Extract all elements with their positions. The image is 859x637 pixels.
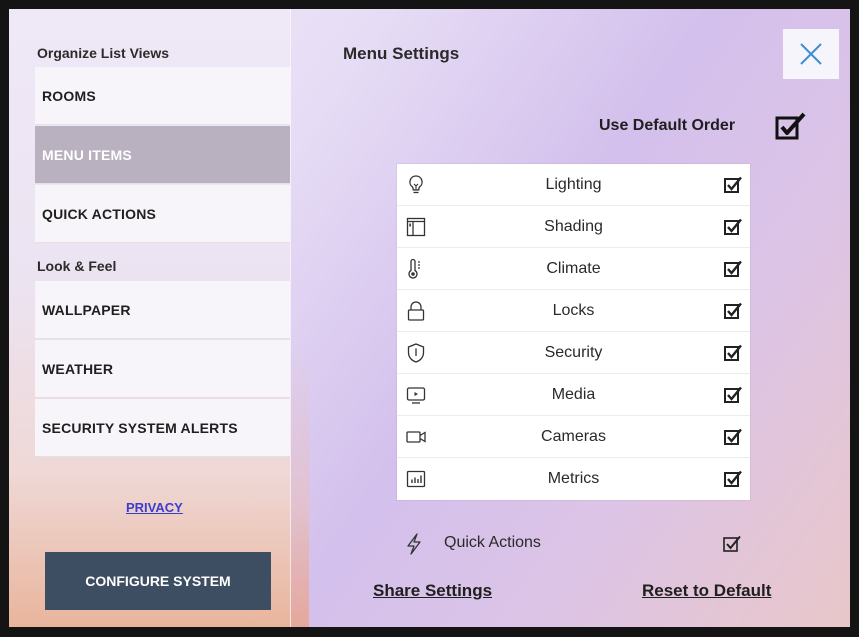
menu-row-media: Media bbox=[397, 374, 750, 416]
sidebar-item-rooms[interactable]: ROOMS bbox=[35, 67, 290, 125]
menu-row-lighting: Lighting bbox=[397, 164, 750, 206]
configure-system-button[interactable]: CONFIGURE SYSTEM bbox=[45, 552, 271, 610]
checkbox-checked-icon bbox=[775, 112, 806, 140]
menu-row-label: Cameras bbox=[541, 427, 606, 445]
use-default-order-label: Use Default Order bbox=[599, 117, 736, 134]
menu-row-metrics: Metrics bbox=[397, 458, 750, 500]
menu-row-label: Shading bbox=[544, 217, 603, 235]
use-default-order-checkbox[interactable] bbox=[775, 111, 807, 141]
sidebar-item-label: QUICK ACTIONS bbox=[42, 205, 157, 222]
menu-row-label: Climate bbox=[546, 259, 601, 277]
menu-row-label: Metrics bbox=[547, 470, 600, 487]
menu-row-locks: Locks bbox=[397, 290, 750, 332]
sidebar-item-label: SECURITY SYSTEM ALERTS bbox=[42, 419, 238, 436]
checkbox-checked-icon[interactable] bbox=[723, 535, 741, 553]
settings-window: Organize List Views ROOMS MENU ITEMS QUI… bbox=[9, 9, 850, 627]
sidebar-item-label: ROOMS bbox=[42, 87, 96, 104]
checkbox-checked-icon[interactable] bbox=[724, 260, 742, 278]
quick-actions-row: Quick Actions bbox=[397, 529, 750, 559]
menu-row-label: Media bbox=[551, 385, 596, 403]
lightning-icon bbox=[407, 533, 421, 555]
checkbox-checked-icon[interactable] bbox=[724, 344, 742, 362]
sidebar-item-label: WEATHER bbox=[42, 360, 114, 377]
menu-row-label: Lighting bbox=[545, 175, 602, 193]
look-and-feel-heading: Look & Feel bbox=[37, 258, 117, 274]
checkbox-checked-icon[interactable] bbox=[724, 176, 742, 194]
menu-row-cameras: Cameras bbox=[397, 416, 750, 458]
reset-to-default-link[interactable]: Reset to Default bbox=[642, 581, 771, 601]
menu-row-shading: Shading bbox=[397, 206, 750, 248]
menu-row-climate: Climate bbox=[397, 248, 750, 290]
menu-items-list: Lighting Shading Climate Locks Security … bbox=[397, 164, 750, 500]
sidebar-item-wallpaper[interactable]: WALLPAPER bbox=[35, 281, 290, 339]
sidebar-item-security-system-alerts[interactable]: SECURITY SYSTEM ALERTS bbox=[35, 399, 290, 457]
checkbox-checked-icon[interactable] bbox=[724, 218, 742, 236]
page-title: Menu Settings bbox=[343, 44, 460, 63]
sidebar-item-label: MENU ITEMS bbox=[42, 146, 132, 163]
close-button[interactable] bbox=[783, 29, 839, 79]
sidebar-item-menu-items[interactable]: MENU ITEMS bbox=[35, 126, 290, 184]
menu-row-label: Locks bbox=[552, 301, 595, 319]
sidebar: Organize List Views ROOMS MENU ITEMS QUI… bbox=[9, 9, 290, 627]
configure-system-label: CONFIGURE SYSTEM bbox=[85, 573, 231, 589]
privacy-link[interactable]: PRIVACY bbox=[126, 500, 183, 515]
sidebar-item-label: WALLPAPER bbox=[42, 301, 131, 318]
quick-actions-label: Quick Actions bbox=[444, 534, 541, 551]
share-settings-link[interactable]: Share Settings bbox=[373, 581, 492, 601]
panel-divider bbox=[290, 9, 291, 627]
checkbox-checked-icon[interactable] bbox=[724, 470, 742, 488]
sidebar-item-weather[interactable]: WEATHER bbox=[35, 340, 290, 398]
checkbox-checked-icon[interactable] bbox=[724, 428, 742, 446]
menu-row-security: Security bbox=[397, 332, 750, 374]
checkbox-checked-icon[interactable] bbox=[724, 386, 742, 404]
menu-row-label: Security bbox=[544, 343, 603, 361]
sidebar-item-quick-actions[interactable]: QUICK ACTIONS bbox=[35, 185, 290, 243]
organize-list-views-heading: Organize List Views bbox=[37, 45, 170, 61]
close-icon bbox=[800, 43, 822, 65]
checkbox-checked-icon[interactable] bbox=[724, 302, 742, 320]
